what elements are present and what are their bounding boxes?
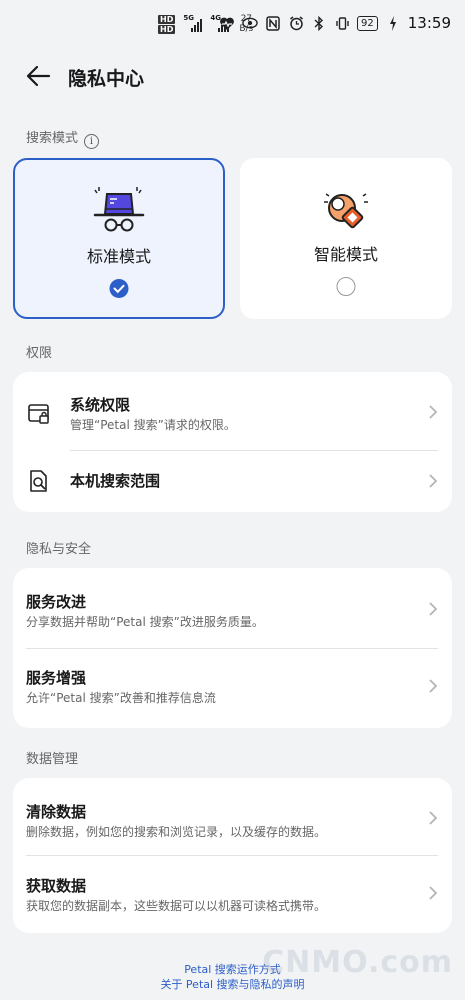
smart-brain-icon bbox=[316, 180, 376, 240]
file-search-icon bbox=[27, 469, 51, 493]
local-search-scope-row[interactable]: 本机搜索范围 bbox=[13, 450, 452, 512]
standard-mode-label: 标准模式 bbox=[86, 247, 151, 266]
chevron-right-icon bbox=[428, 601, 438, 617]
get-data-title: 获取数据 bbox=[26, 877, 87, 895]
smart-mode-label: 智能模式 bbox=[313, 245, 378, 264]
alarm-icon bbox=[288, 15, 304, 31]
info-icon[interactable]: i bbox=[84, 134, 100, 149]
standard-mode-radio-checked[interactable] bbox=[109, 279, 129, 298]
clock: 13:59 bbox=[407, 14, 451, 32]
search-mode-section-label: 搜索模式 i bbox=[26, 127, 100, 149]
service-enhancement-row[interactable]: 服务增强 允许“Petal 搜索”改善和推荐信息流 bbox=[13, 648, 452, 728]
system-permissions-subtitle: 管理“Petal 搜索”请求的权限。 bbox=[70, 418, 236, 432]
chevron-right-icon bbox=[428, 885, 438, 901]
chevron-right-icon bbox=[428, 810, 438, 826]
bluetooth-icon bbox=[311, 15, 327, 31]
clear-data-subtitle: 删除数据，例如您的搜索和浏览记录，以及缓存的数据。 bbox=[26, 825, 327, 839]
app-lock-icon bbox=[27, 402, 51, 426]
status-bar: HD HD 5G 4G 27 B/s 92 13:59 bbox=[0, 0, 465, 56]
service-enhancement-subtitle: 允许“Petal 搜索”改善和推荐信息流 bbox=[26, 691, 216, 705]
data-management-card: 清除数据 删除数据，例如您的搜索和浏览记录，以及缓存的数据。 获取数据 获取您的… bbox=[13, 778, 452, 933]
smart-mode-radio-unchecked[interactable] bbox=[336, 277, 356, 296]
get-data-subtitle: 获取您的数据副本，这些数据可以以机器可读格式携带。 bbox=[26, 899, 327, 913]
system-permissions-title: 系统权限 bbox=[70, 396, 131, 414]
vibrate-icon bbox=[334, 15, 350, 31]
permissions-section-label: 权限 bbox=[26, 346, 53, 361]
back-arrow-icon[interactable] bbox=[24, 62, 52, 90]
data-management-section-label: 数据管理 bbox=[26, 752, 79, 767]
page-title: 隐私中心 bbox=[68, 68, 145, 90]
smart-mode-card[interactable]: 智能模式 bbox=[240, 158, 452, 319]
sim-indicators: HD HD bbox=[158, 14, 176, 34]
privacy-security-section-label: 隐私与安全 bbox=[26, 542, 92, 557]
permissions-card: 系统权限 管理“Petal 搜索”请求的权限。 本机搜索范围 bbox=[13, 372, 452, 512]
eye-comfort-icon bbox=[242, 15, 258, 31]
heart-rate-icon bbox=[219, 15, 235, 31]
sim1-hd-badge: HD bbox=[158, 14, 176, 24]
sim2-hd-badge: HD bbox=[158, 24, 176, 34]
nfc-icon bbox=[265, 15, 281, 31]
charging-icon bbox=[385, 15, 401, 31]
watermark: CNMO.com bbox=[262, 945, 453, 980]
clear-data-title: 清除数据 bbox=[26, 803, 87, 821]
chevron-right-icon bbox=[428, 473, 438, 489]
standard-mode-card[interactable]: 标准模式 bbox=[13, 158, 225, 319]
incognito-hat-icon bbox=[89, 182, 149, 242]
chevron-right-icon bbox=[428, 404, 438, 420]
signal-strength-1-icon: 5G bbox=[183, 14, 203, 32]
local-search-scope-title: 本机搜索范围 bbox=[70, 472, 161, 490]
service-improvement-title: 服务改进 bbox=[26, 593, 87, 611]
status-bar-right: 92 13:59 bbox=[219, 14, 451, 32]
chevron-right-icon bbox=[428, 678, 438, 694]
privacy-security-card: 服务改进 分享数据并帮助“Petal 搜索”改进服务质量。 服务增强 允许“Pe… bbox=[13, 568, 452, 728]
service-enhancement-title: 服务增强 bbox=[26, 669, 87, 687]
system-permissions-row[interactable]: 系统权限 管理“Petal 搜索”请求的权限。 bbox=[13, 372, 452, 450]
battery-indicator: 92 bbox=[357, 15, 378, 31]
get-data-row[interactable]: 获取数据 获取您的数据副本，这些数据可以以机器可读格式携带。 bbox=[13, 855, 452, 933]
clear-data-row[interactable]: 清除数据 删除数据，例如您的搜索和浏览记录，以及缓存的数据。 bbox=[13, 778, 452, 855]
service-improvement-row[interactable]: 服务改进 分享数据并帮助“Petal 搜索”改进服务质量。 bbox=[13, 568, 452, 648]
service-improvement-subtitle: 分享数据并帮助“Petal 搜索”改进服务质量。 bbox=[26, 615, 264, 629]
